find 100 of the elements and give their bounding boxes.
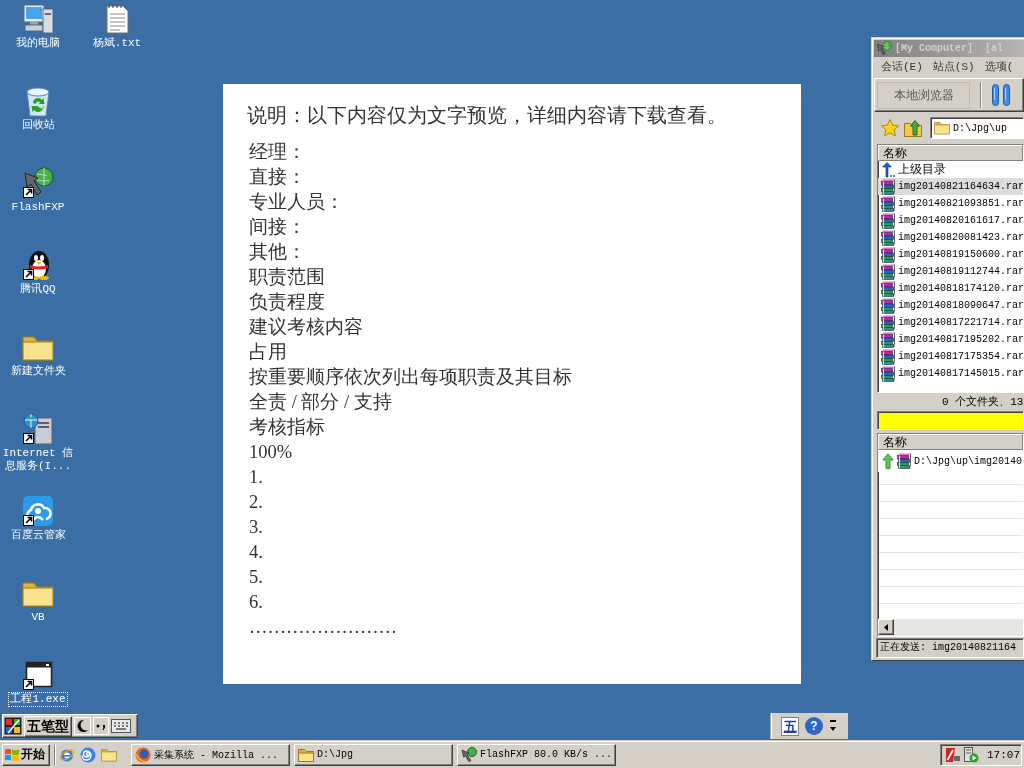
cursor-globe-icon: [876, 40, 892, 57]
cloud-shortcut-icon[interactable]: [22, 495, 54, 527]
book-stack-icon: [880, 246, 896, 263]
document-line: 负责程度: [249, 291, 326, 314]
queue-row[interactable]: D:\Jpg\up\img20140: [878, 450, 1023, 472]
file-row[interactable]: img20140817175354.rar: [878, 348, 1023, 365]
upload-arrow-icon: [882, 453, 894, 469]
input-mode-button[interactable]: 五: [781, 716, 799, 736]
file-row[interactable]: img20140821093851.rar: [878, 195, 1023, 212]
menu-item[interactable]: 会话(E): [876, 59, 928, 75]
file-row[interactable]: img20140817145015.rar: [878, 365, 1023, 382]
punctuation-icon[interactable]: [93, 717, 109, 735]
scroll-left-button[interactable]: [878, 619, 894, 635]
book-stack-icon: [880, 348, 896, 365]
document-line: ……………………: [249, 616, 398, 639]
keyboard-icon[interactable]: [111, 717, 131, 735]
document-line: 2.: [249, 491, 264, 514]
column-header[interactable]: 名称: [878, 434, 1023, 450]
up-arrow-icon: [880, 161, 896, 178]
document-line: 占用: [249, 341, 288, 364]
icon-label[interactable]: 杨斌.txt: [91, 37, 143, 50]
slash-tile-icon[interactable]: [945, 746, 961, 763]
file-row[interactable]: 上级目录: [878, 161, 1023, 178]
document-line: 专业人员：: [249, 191, 345, 214]
document-line: 其他：: [249, 241, 307, 264]
document-line: 经理：: [249, 141, 307, 164]
window-shortcut-icon[interactable]: [22, 659, 54, 691]
file-row[interactable]: img20140817221714.rar: [878, 314, 1023, 331]
server-shortcut-icon[interactable]: [22, 413, 54, 445]
task-button[interactable]: D:\Jpg: [294, 743, 453, 766]
file-row[interactable]: img20140820081423.rar: [878, 229, 1023, 246]
half-moon-icon[interactable]: [74, 717, 91, 735]
document-line: 职责范围: [249, 266, 326, 289]
menu-item[interactable]: 站点(S): [927, 59, 980, 75]
start-button[interactable]: 开始: [2, 743, 50, 766]
document-line: 5.: [249, 566, 264, 589]
document-line: 直接：: [249, 166, 307, 189]
document-line: 全责 / 部分 / 支持: [249, 391, 393, 414]
icon-label[interactable]: 我的电脑: [15, 37, 61, 50]
task-button[interactable]: 采集系统 - Mozilla ...: [131, 743, 290, 766]
help-button[interactable]: ?: [805, 717, 823, 735]
icon-label[interactable]: 工程1.exe: [9, 693, 67, 706]
book-stack-icon: [880, 229, 896, 246]
menu-item[interactable]: 选项(: [979, 59, 1019, 75]
file-row[interactable]: img20140818174120.rar: [878, 280, 1023, 297]
book-stack-icon: [880, 178, 896, 195]
file-row[interactable]: img20140821164634.rar: [878, 178, 1023, 195]
document-line: 100%: [249, 441, 294, 464]
document-line: 建议考核内容: [249, 316, 364, 339]
document-title: 说明：以下内容仅为文字预览，详细内容请下载查看。: [247, 103, 728, 128]
file-row[interactable]: img20140818090647.rar: [878, 297, 1023, 314]
document-line: 考核指标: [249, 416, 326, 439]
file-row[interactable]: img20140819150600.rar: [878, 246, 1023, 263]
book-stack-icon: [896, 453, 912, 469]
icon-label[interactable]: 腾讯QQ: [19, 283, 57, 296]
cursor-globe-icon: [461, 746, 477, 763]
document-line: 4.: [249, 541, 264, 564]
transfer-status: 正在发送: img20140821164: [876, 638, 1024, 658]
document-line: 按重要顺序依次列出每项职责及其目标: [249, 366, 573, 389]
file-row[interactable]: img20140819112744.rar: [878, 263, 1023, 280]
icon-label[interactable]: Internet 信息服务(I...: [0, 447, 76, 473]
icon-label[interactable]: 回收站: [20, 119, 56, 132]
file-row[interactable]: img20140820161617.rar: [878, 212, 1023, 229]
document-line: 1.: [249, 466, 264, 489]
input-mode-button[interactable]: 五笔型: [24, 715, 72, 737]
clock-text: 17:07: [987, 748, 1020, 761]
task-button[interactable]: FlashFXP 80.0 KB/s ...: [457, 743, 616, 766]
folder-up-arrow-icon[interactable]: [904, 119, 922, 137]
pause-icon[interactable]: [992, 84, 1010, 106]
book-stack-icon: [880, 314, 896, 331]
document-line: 3.: [249, 516, 264, 539]
server-play-icon[interactable]: [963, 746, 979, 763]
book-stack-icon: [880, 212, 896, 229]
icon-label[interactable]: 百度云管家: [9, 529, 67, 542]
local-browser-button[interactable]: 本地浏览器: [877, 81, 970, 109]
left-triangle-icon: [884, 623, 888, 631]
book-stack-icon: [880, 263, 896, 280]
icon-label[interactable]: FlashFXP: [10, 201, 66, 214]
folder-icon: [298, 746, 314, 763]
book-stack-icon: [880, 365, 896, 382]
fox-globe-icon: [135, 746, 151, 763]
star-icon[interactable]: [881, 119, 899, 137]
horizontal-scrollbar[interactable]: [878, 619, 1023, 636]
spiral-icon[interactable]: [80, 746, 96, 763]
icon-label[interactable]: 新建文件夹: [9, 365, 67, 378]
palette-icon[interactable]: [4, 717, 22, 735]
book-stack-icon: [880, 280, 896, 297]
computer-icon[interactable]: [22, 3, 54, 35]
file-row[interactable]: img20140817195202.rar: [878, 331, 1023, 348]
book-stack-icon: [880, 195, 896, 212]
cursor-globe-shortcut-icon[interactable]: [22, 167, 54, 199]
folder-icon: [934, 121, 950, 135]
path-combo[interactable]: D:\Jpg\up: [930, 117, 1024, 139]
icon-label[interactable]: VB: [30, 611, 46, 624]
book-stack-icon: [880, 331, 896, 348]
column-header[interactable]: 名称: [878, 145, 1023, 161]
document-line: 间接：: [249, 216, 307, 239]
options-arrow-icon[interactable]: [829, 719, 837, 733]
flag-icon: [4, 746, 20, 763]
book-stack-icon: [880, 297, 896, 314]
